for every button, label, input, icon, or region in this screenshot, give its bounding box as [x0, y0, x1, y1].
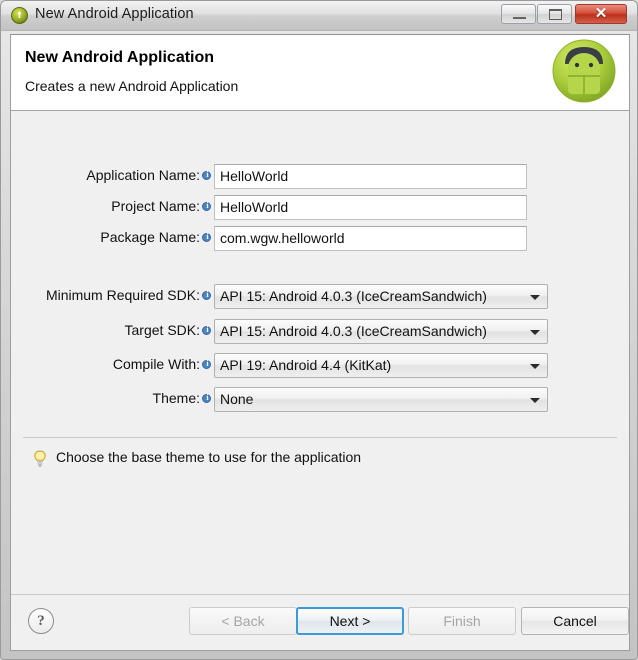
info-icon[interactable] [202, 392, 212, 403]
info-icon[interactable] [202, 169, 212, 180]
theme-value: None [220, 391, 254, 407]
field-row-application-name: Application Name: HelloWorld [11, 164, 629, 190]
title-bar: New Android Application ✕ [1, 1, 637, 31]
dialog-window: New Android Application ✕ New Android Ap… [0, 0, 638, 660]
compile-with-value: API 19: Android 4.4 (KitKat) [220, 357, 392, 373]
info-icon[interactable] [202, 231, 212, 242]
finish-button[interactable]: Finish [408, 607, 516, 635]
minimize-button[interactable] [501, 4, 536, 24]
android-robot-icon [551, 38, 617, 104]
help-button[interactable]: ? [28, 608, 54, 634]
target-sdk-value: API 15: Android 4.0.3 (IceCreamSandwich) [220, 323, 487, 339]
chevron-down-icon [530, 398, 540, 403]
cancel-button[interactable]: Cancel [521, 607, 629, 635]
back-button[interactable]: < Back [189, 607, 297, 635]
restore-icon [549, 9, 562, 20]
info-icon[interactable] [202, 289, 212, 300]
minimum-required-sdk-dropdown[interactable]: API 15: Android 4.0.3 (IceCreamSandwich) [214, 284, 548, 309]
restore-button[interactable] [537, 4, 572, 24]
field-row-project-name: Project Name: HelloWorld [11, 195, 629, 221]
project-name-input[interactable]: HelloWorld [214, 195, 527, 220]
page-title: New Android Application [25, 49, 215, 66]
hint-text: Choose the base theme to use for the app… [56, 449, 362, 465]
close-icon: ✕ [594, 5, 608, 22]
lightbulb-icon [33, 450, 47, 467]
theme-dropdown[interactable]: None [214, 387, 548, 412]
package-name-input[interactable]: com.wgw.helloworld [214, 226, 527, 251]
info-icon[interactable] [202, 200, 212, 211]
field-row-target-sdk: Target SDK: API 15: Android 4.0.3 (IceCr… [11, 319, 629, 345]
android-app-icon [11, 7, 28, 24]
close-button[interactable]: ✕ [575, 4, 627, 24]
label-minimum-required-sdk: Minimum Required SDK: [45, 287, 200, 303]
field-row-compile-with: Compile With: API 19: Android 4.4 (KitKa… [11, 353, 629, 379]
compile-with-dropdown[interactable]: API 19: Android 4.4 (KitKat) [214, 353, 548, 378]
divider [23, 437, 617, 438]
form-area: Application Name: HelloWorld Project Nam… [11, 112, 629, 430]
label-target-sdk: Target SDK: [124, 322, 200, 338]
label-project-name: Project Name: [111, 198, 200, 214]
label-compile-with: Compile With: [112, 356, 200, 372]
chevron-down-icon [530, 364, 540, 369]
field-row-minimum-required-sdk: Minimum Required SDK: API 15: Android 4.… [11, 284, 629, 310]
button-bar: ? < Back Next > Finish Cancel [11, 594, 629, 650]
label-theme: Theme: [152, 390, 200, 406]
field-row-theme: Theme: None [11, 387, 629, 413]
label-package-name: Package Name: [100, 229, 200, 245]
dialog-header: New Android Application Creates a new An… [11, 35, 629, 111]
field-row-package-name: Package Name: com.wgw.helloworld [11, 226, 629, 252]
page-description: Creates a new Android Application [25, 78, 239, 94]
next-button[interactable]: Next > [296, 607, 404, 635]
minimize-icon [513, 17, 526, 19]
info-icon[interactable] [202, 324, 212, 335]
label-application-name: Application Name: [86, 167, 200, 183]
hint-bar: Choose the base theme to use for the app… [11, 447, 629, 473]
info-icon[interactable] [202, 358, 212, 369]
chevron-down-icon [530, 295, 540, 300]
target-sdk-dropdown[interactable]: API 15: Android 4.0.3 (IceCreamSandwich) [214, 319, 548, 344]
dialog-body: New Android Application Creates a new An… [10, 34, 630, 651]
chevron-down-icon [530, 330, 540, 335]
window-title: New Android Application [35, 6, 194, 22]
application-name-input[interactable]: HelloWorld [214, 164, 527, 189]
minimum-required-sdk-value: API 15: Android 4.0.3 (IceCreamSandwich) [220, 288, 487, 304]
